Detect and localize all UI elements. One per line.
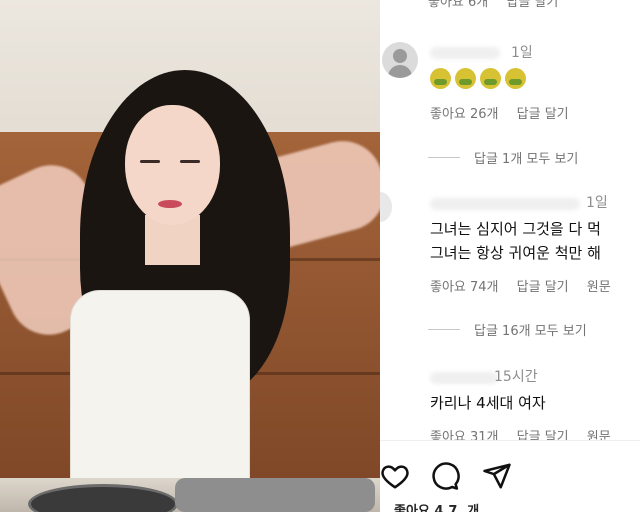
nauseated-face-icon — [455, 68, 476, 89]
divider — [428, 329, 460, 330]
comment-meta-row: 좋아요 26개 답글 달기 — [430, 103, 583, 122]
comment-time: 1일 — [511, 45, 533, 61]
view-replies-button[interactable]: 답글 1개 모두 보기 — [428, 148, 578, 167]
blurred-username[interactable] — [430, 47, 500, 59]
comment-text-line: 그녀는 심지어 그것을 다 먹 — [430, 220, 601, 238]
post-photo — [0, 0, 380, 512]
avatar[interactable] — [380, 192, 392, 222]
avatar[interactable] — [382, 42, 418, 78]
eye — [140, 160, 160, 163]
comment-meta-row: 좋아요 74개 답글 달기 원문 — [430, 276, 625, 295]
like-count: 좋아요 26개 — [430, 107, 499, 122]
reply-button[interactable]: 답글 달기 — [506, 0, 558, 10]
comment-meta-row: 좋아요 6개 답글 달기 — [428, 0, 572, 10]
nauseated-face-icon — [480, 68, 501, 89]
like-count: 좋아요 6개 — [428, 0, 489, 10]
comment-text-line: 그녀는 항상 귀여운 척만 해 — [430, 244, 601, 262]
comment-time: 1일 — [586, 195, 608, 211]
comment-icon[interactable] — [430, 461, 460, 491]
avatar-head — [393, 49, 407, 63]
post-like-count[interactable]: 좋아요 4,7..개 — [394, 500, 479, 512]
share-icon[interactable] — [482, 461, 512, 491]
like-count: 좋아요 74개 — [430, 280, 499, 295]
blurred-username[interactable] — [430, 198, 580, 210]
reply-button[interactable]: 답글 달기 — [517, 280, 569, 295]
view-replies-label: 답글 1개 모두 보기 — [474, 152, 579, 167]
blurred-username[interactable] — [430, 372, 498, 384]
divider — [428, 157, 460, 158]
grill-pan — [175, 478, 375, 512]
view-replies-button[interactable]: 답글 16개 모두 보기 — [428, 320, 587, 339]
translate-button[interactable]: 원문 — [587, 280, 611, 295]
view-replies-label: 답글 16개 모두 보기 — [474, 324, 587, 339]
comment-text: 카리나 4세대 여자 — [430, 394, 546, 412]
white-dress — [70, 290, 250, 490]
reply-button[interactable]: 답글 달기 — [517, 107, 569, 122]
comments-panel: 좋아요 6개 답글 달기 1일 좋아요 26개 답글 달기 답글 1개 모두 보… — [380, 0, 640, 512]
avatar-body — [388, 65, 412, 78]
eye — [180, 160, 200, 163]
lips — [158, 200, 182, 208]
comment-time: 15시간 — [494, 369, 538, 385]
nauseated-face-icon — [430, 68, 451, 89]
comment-emoji-row — [430, 68, 526, 89]
heart-icon[interactable] — [380, 461, 410, 491]
nauseated-face-icon — [505, 68, 526, 89]
